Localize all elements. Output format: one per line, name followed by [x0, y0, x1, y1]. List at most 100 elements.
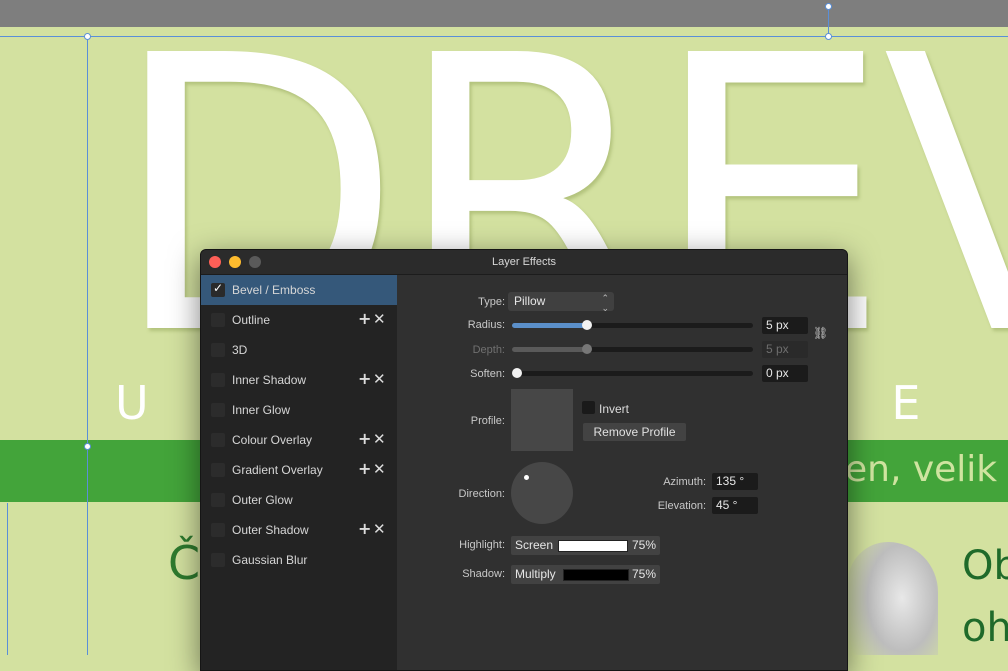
effect-item-outer-shadow[interactable]: Outer Shadow + ✕	[201, 515, 397, 545]
effect-item-inner-glow[interactable]: Inner Glow	[201, 395, 397, 425]
shadow-blend-mode[interactable]: Multiply	[515, 565, 556, 584]
shadow-blend-control[interactable]: Multiply 75%	[511, 565, 660, 584]
depth-slider[interactable]	[512, 344, 753, 354]
effect-enable-checkbox[interactable]	[211, 343, 225, 357]
effect-enable-checkbox[interactable]	[211, 433, 225, 447]
effect-item-label: Bevel / Emboss	[232, 283, 316, 297]
effect-item-label: Outer Glow	[232, 493, 293, 507]
highlight-blend-mode[interactable]: Screen	[515, 536, 553, 555]
shadow-color-swatch[interactable]	[563, 569, 629, 581]
highlight-blend-control[interactable]: Screen 75%	[511, 536, 660, 555]
effect-enable-checkbox[interactable]	[211, 463, 225, 477]
azimuth-label: Azimuth:	[663, 476, 706, 488]
selection-handle-top-left[interactable]	[84, 33, 91, 40]
profile-label: Profile:	[470, 415, 505, 427]
selection-handle-top-middle[interactable]	[825, 33, 832, 40]
soften-slider-knob[interactable]	[512, 368, 522, 378]
shadow-label: Shadow:	[462, 568, 505, 580]
effect-item-bevel-emboss[interactable]: Bevel / Emboss	[201, 275, 397, 305]
effect-item-inner-shadow[interactable]: Inner Shadow + ✕	[201, 365, 397, 395]
canvas-body-text-left[interactable]: Č	[168, 535, 200, 591]
radius-slider[interactable]	[512, 320, 753, 330]
soften-value-field[interactable]: 0 px	[762, 365, 808, 382]
canvas-body-right-line-2: oh	[962, 605, 1008, 651]
text-frame-guide	[7, 503, 8, 655]
canvas-pasteboard	[0, 0, 1008, 27]
effect-item-label: Colour Overlay	[232, 433, 313, 447]
effect-item-label: Outer Shadow	[232, 523, 309, 537]
remove-profile-button[interactable]: Remove Profile	[583, 423, 686, 441]
effect-item-3d[interactable]: 3D	[201, 335, 397, 365]
elevation-value-field[interactable]: 45 °	[712, 497, 758, 514]
effect-item-label: Outline	[232, 313, 271, 327]
soften-slider[interactable]	[512, 368, 753, 378]
remove-effect-icon[interactable]: ✕	[373, 460, 386, 478]
depth-slider-fill	[512, 347, 587, 352]
depth-label: Depth:	[472, 344, 505, 356]
elevation-label: Elevation:	[657, 500, 706, 512]
highlight-label: Highlight:	[459, 539, 505, 551]
invert-checkbox[interactable]	[582, 401, 595, 414]
profile-curve-preview[interactable]	[511, 389, 573, 451]
highlight-color-swatch[interactable]	[558, 540, 628, 552]
canvas-band-text[interactable]: en, velik	[845, 447, 997, 493]
radius-value-field[interactable]: 5 px	[762, 317, 808, 334]
radius-slider-fill	[512, 323, 587, 328]
effect-settings-panel: Type: Pillow ⌃ ⌄ Radius: 5 px ⛓ Depth: 5 …	[397, 275, 847, 670]
effect-enable-checkbox[interactable]	[211, 403, 225, 417]
effect-item-label: 3D	[232, 343, 248, 357]
add-effect-icon[interactable]: +	[358, 430, 371, 448]
effect-item-label: Inner Glow	[232, 403, 291, 417]
effect-enable-checkbox[interactable]	[211, 281, 225, 297]
selection-guide-vertical	[87, 36, 88, 655]
canvas-body-text-right[interactable]: Ob oh	[962, 535, 1008, 655]
effect-item-outline[interactable]: Outline + ✕	[201, 305, 397, 335]
dialog-title: Layer Effects	[492, 256, 556, 268]
effect-item-label: Gaussian Blur	[232, 553, 308, 567]
type-dropdown-value: Pillow	[514, 294, 546, 308]
canvas-body-right-line-1: Ob	[962, 543, 1008, 589]
rotation-handle[interactable]	[825, 3, 832, 10]
layer-effects-dialog: Layer Effects Bevel / EmbossOutline+✕3DI…	[200, 249, 848, 671]
effect-enable-checkbox[interactable]	[211, 373, 225, 387]
effect-item-label: Gradient Overlay	[232, 463, 323, 477]
chevron-updown-icon: ⌃ ⌄	[601, 293, 609, 313]
radius-slider-knob[interactable]	[582, 320, 592, 330]
add-effect-icon[interactable]: +	[358, 520, 371, 538]
effect-enable-checkbox[interactable]	[211, 523, 225, 537]
effect-item-gaussian-blur[interactable]: Gaussian Blur	[201, 545, 397, 575]
type-dropdown[interactable]: Pillow ⌃ ⌄	[508, 292, 614, 313]
depth-value-field[interactable]: 5 px	[762, 341, 808, 358]
effect-enable-checkbox[interactable]	[211, 313, 225, 327]
add-effect-icon[interactable]: +	[358, 310, 371, 328]
direction-label: Direction:	[458, 488, 505, 500]
direction-dial[interactable]	[511, 462, 573, 524]
type-label: Type:	[478, 296, 505, 308]
effect-enable-checkbox[interactable]	[211, 553, 225, 567]
radius-label: Radius:	[467, 319, 505, 331]
remove-effect-icon[interactable]: ✕	[373, 370, 386, 388]
remove-effect-icon[interactable]: ✕	[373, 310, 386, 328]
direction-indicator[interactable]	[524, 475, 529, 480]
remove-effect-icon[interactable]: ✕	[373, 520, 386, 538]
effect-enable-checkbox[interactable]	[211, 493, 225, 507]
effects-list: Bevel / EmbossOutline+✕3DInner Shadow+✕I…	[201, 275, 397, 670]
highlight-opacity[interactable]: 75%	[632, 536, 656, 555]
shadow-opacity[interactable]: 75%	[632, 565, 656, 584]
add-effect-icon[interactable]: +	[358, 460, 371, 478]
add-effect-icon[interactable]: +	[358, 370, 371, 388]
depth-slider-knob[interactable]	[582, 344, 592, 354]
selection-guide-horizontal	[0, 36, 1008, 37]
link-chain-icon[interactable]: ⛓	[813, 326, 828, 340]
selection-handle-middle-left[interactable]	[84, 443, 91, 450]
dialog-titlebar[interactable]: Layer Effects	[201, 250, 847, 275]
effect-item-label: Inner Shadow	[232, 373, 307, 387]
effect-item-outer-glow[interactable]: Outer Glow	[201, 485, 397, 515]
effect-item-colour-overlay[interactable]: Colour Overlay + ✕	[201, 425, 397, 455]
effect-item-gradient-overlay[interactable]: Gradient Overlay + ✕	[201, 455, 397, 485]
soften-label: Soften:	[470, 368, 505, 380]
azimuth-value-field[interactable]: 135 °	[712, 473, 758, 490]
canvas-stone-image[interactable]	[848, 542, 938, 655]
remove-effect-icon[interactable]: ✕	[373, 430, 386, 448]
invert-label: Invert	[599, 402, 630, 416]
